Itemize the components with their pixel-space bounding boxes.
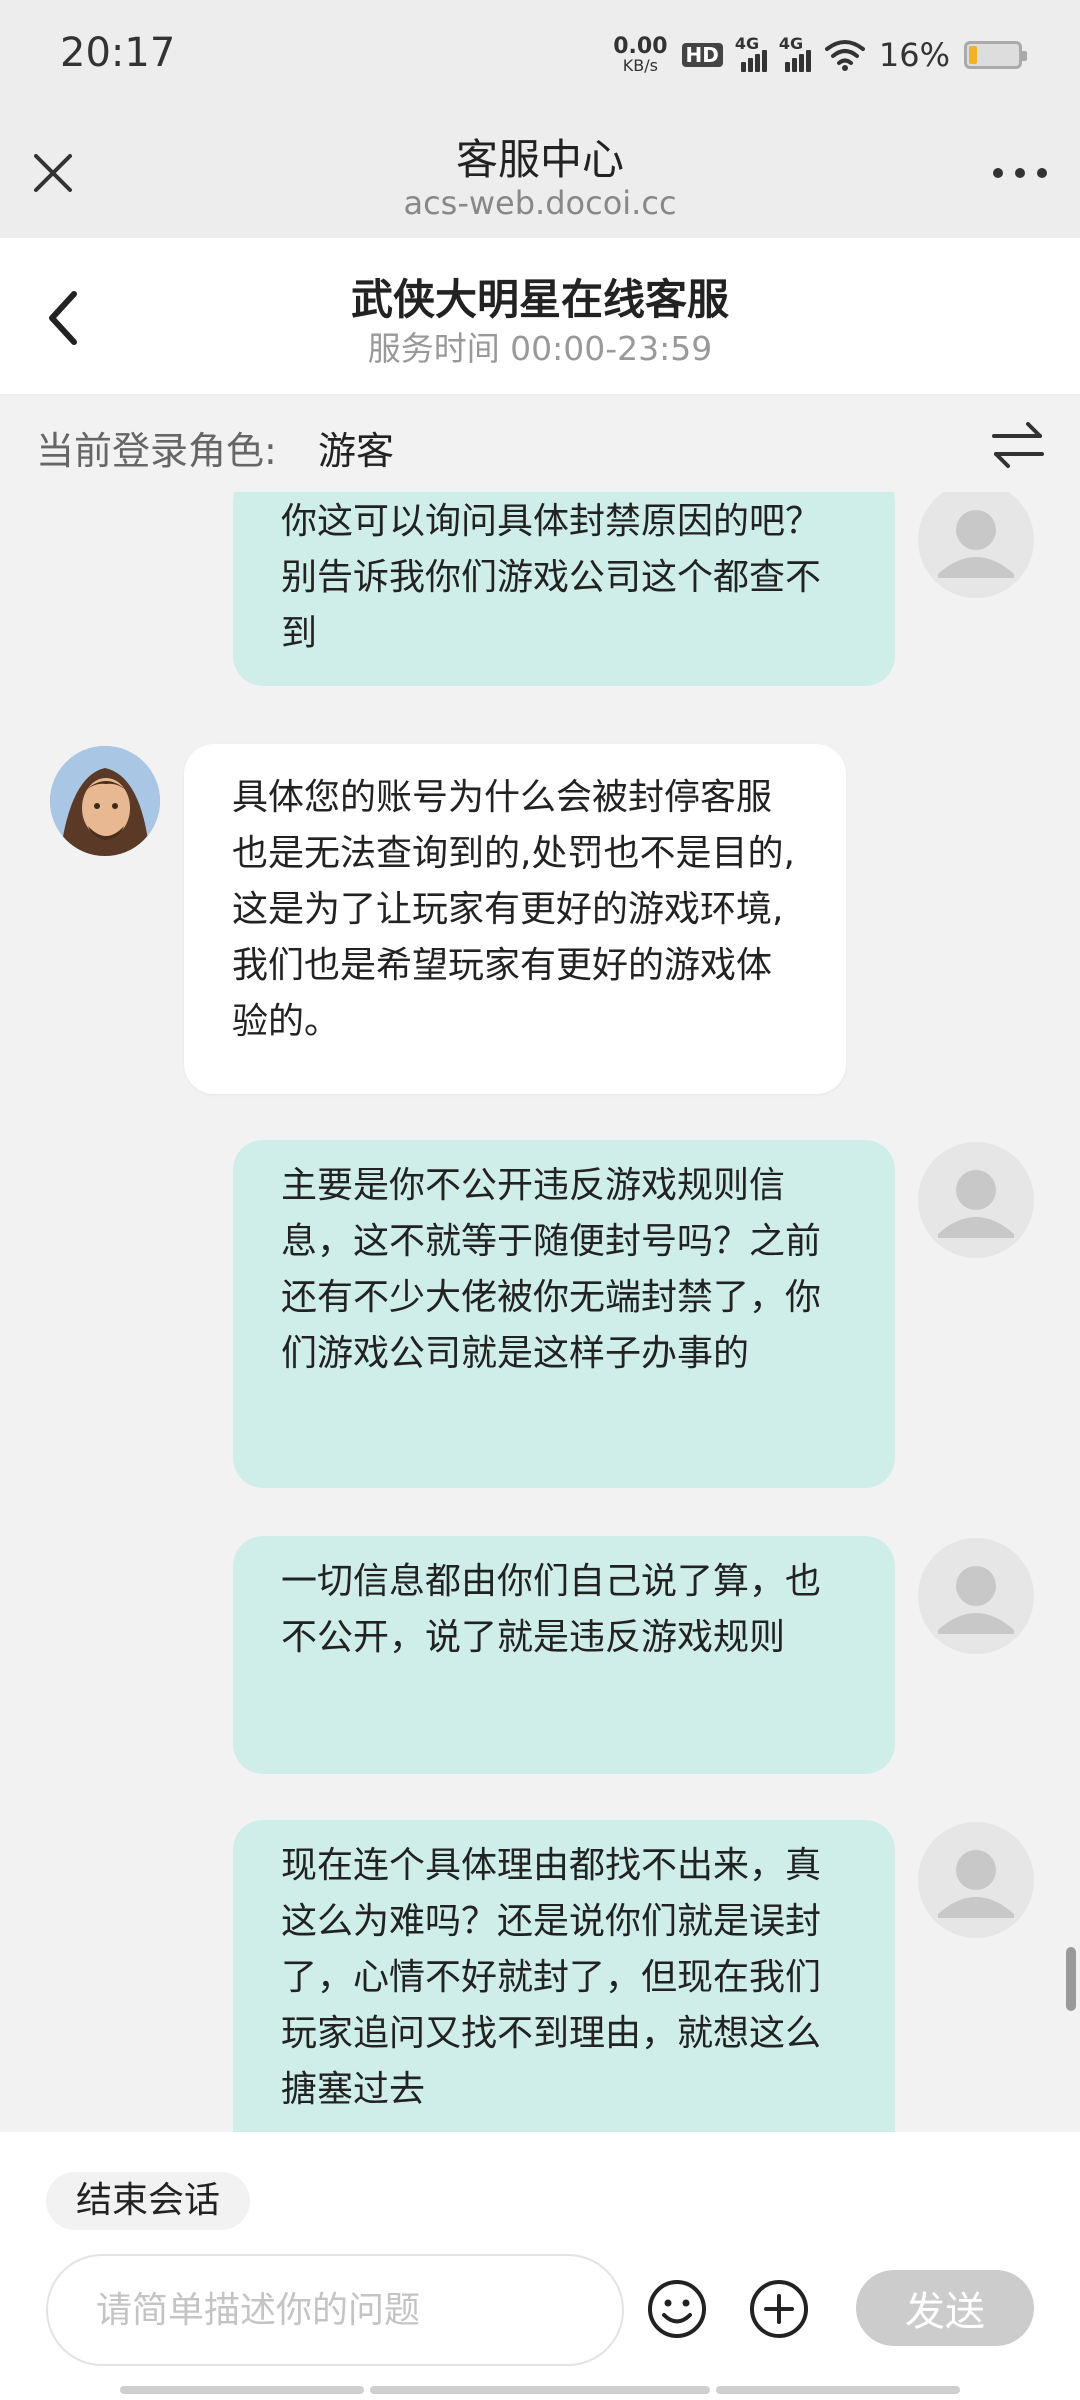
person-icon — [938, 1850, 1014, 1918]
battery-percent: 16% — [878, 36, 950, 74]
login-role-bar: 当前登录角色: 游客 — [0, 398, 1080, 492]
end-session-button[interactable]: 结束会话 — [46, 2172, 251, 2230]
browser-title: 客服中心 — [455, 135, 624, 184]
role-label: 当前登录角色: — [36, 429, 277, 473]
browser-header: 客服中心 acs-web.docoi.cc — [0, 110, 1080, 238]
switch-arrows-icon[interactable] — [990, 420, 1046, 470]
service-hours: 服务时间 00:00-23:59 — [367, 329, 713, 368]
hd-voice-icon: HD — [681, 43, 723, 67]
chat-header: 武侠大明星在线客服 服务时间 00:00-23:59 — [0, 238, 1080, 396]
agent-message-bubble: 具体您的账号为什么会被封停客服也是无法查询到的,处罚也不是目的,这是为了让玩家有… — [184, 744, 846, 1094]
user-avatar — [918, 1822, 1034, 1938]
status-time: 20:17 — [60, 30, 176, 76]
person-icon — [938, 1170, 1014, 1238]
signal-label-2: 4G — [778, 34, 804, 53]
person-icon — [938, 1566, 1014, 1634]
nav-gesture-bar — [370, 2386, 710, 2394]
send-button[interactable]: 发送 — [856, 2270, 1034, 2346]
status-bar: 20:17 0.00 KB/s HD 4G 4G 16% — [0, 0, 1080, 110]
agent-portrait-icon — [50, 746, 160, 856]
nav-gesture-bar — [716, 2386, 960, 2394]
user-message-bubble: 主要是你不公开违反游戏规则信息，这不就等于随便封号吗？之前还有不少大佬被你无端封… — [233, 1140, 895, 1488]
question-input[interactable] — [46, 2254, 624, 2366]
home-indicator — [0, 2386, 1080, 2396]
network-speed: 0.00 KB/s — [613, 36, 667, 74]
user-avatar — [918, 1538, 1034, 1654]
user-message-bubble: 你这可以询问具体封禁原因的吧？别告诉我你们游戏公司这个都查不到 — [233, 492, 895, 686]
network-speed-value: 0.00 — [613, 34, 668, 59]
user-avatar — [918, 492, 1034, 598]
cellular-signal-icon: 4G — [735, 34, 767, 72]
scrollbar-thumb[interactable] — [1066, 1947, 1076, 2011]
chat-title: 武侠大明星在线客服 — [350, 275, 729, 324]
signal-label: 4G — [734, 34, 760, 53]
agent-avatar — [50, 746, 160, 856]
status-icons: 0.00 KB/s HD 4G 4G 16% — [613, 32, 1027, 78]
person-icon — [938, 510, 1014, 578]
user-avatar — [918, 1142, 1034, 1258]
wifi-icon — [824, 40, 865, 71]
network-speed-unit: KB/s — [622, 56, 658, 75]
input-panel: 结束会话 发送 — [0, 2132, 1080, 2400]
more-icon[interactable] — [988, 158, 1052, 188]
user-message-bubble: 一切信息都由你们自己说了算，也不公开，说了就是违反游戏规则 — [233, 1536, 895, 1774]
plus-icon[interactable] — [748, 2278, 810, 2340]
browser-url: acs-web.docoi.cc — [403, 184, 677, 222]
user-message-bubble: 现在连个具体理由都找不出来，真这么为难吗？还是说你们就是误封了，心情不好就封了，… — [233, 1820, 895, 2132]
role-value: 游客 — [318, 429, 395, 473]
cellular-signal-icon-2: 4G — [779, 34, 811, 72]
battery-fill — [969, 46, 978, 64]
nav-gesture-bar — [120, 2386, 364, 2394]
emoji-icon[interactable] — [646, 2278, 708, 2340]
battery-icon — [964, 41, 1027, 69]
chat-message-list[interactable]: 你这可以询问具体封禁原因的吧？别告诉我你们游戏公司这个都查不到 具体您的账号为什… — [0, 492, 1080, 2132]
